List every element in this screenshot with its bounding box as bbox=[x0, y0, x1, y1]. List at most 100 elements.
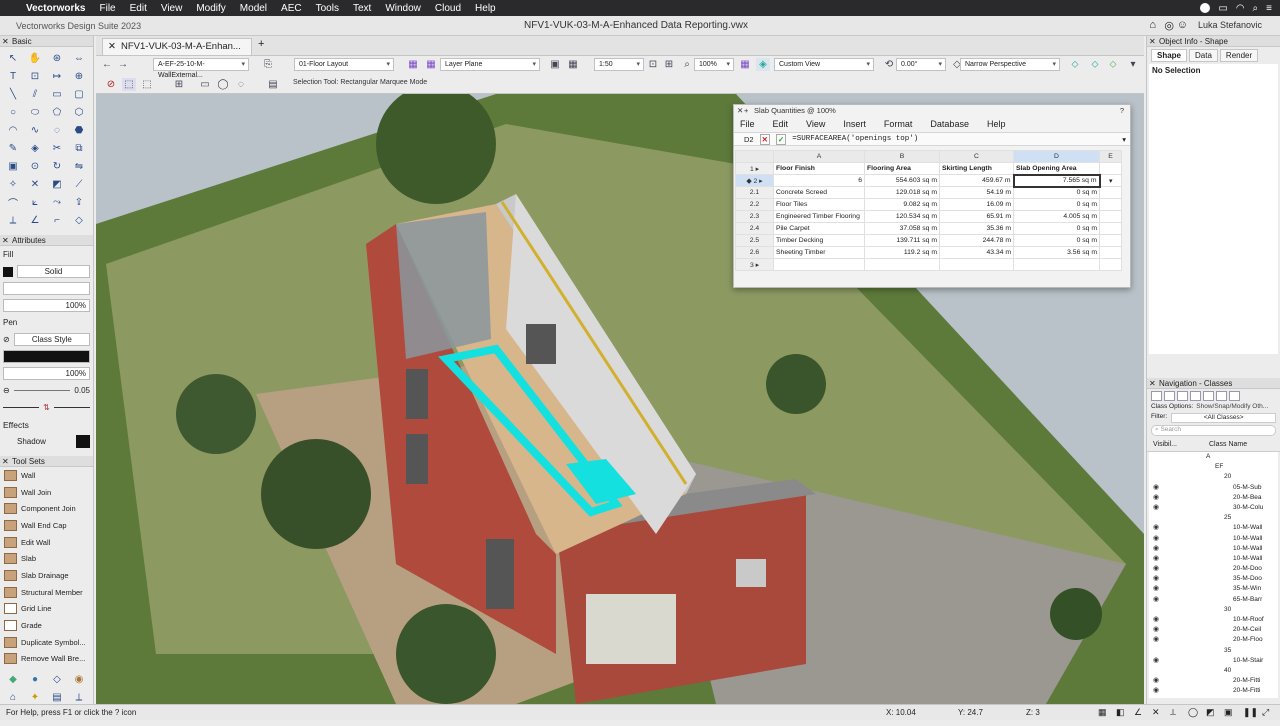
class-row[interactable]: ◉ 30-M-Colu bbox=[1149, 503, 1278, 513]
table-cell[interactable]: 554.603 sq m bbox=[864, 174, 940, 187]
layer-options-icon[interactable]: ▦ bbox=[406, 58, 420, 71]
row-header[interactable]: 2.2 bbox=[735, 198, 774, 211]
close-icon[interactable]: ✕ bbox=[2, 36, 9, 47]
poly-marquee-mode-icon[interactable]: ⬚ bbox=[140, 78, 154, 91]
visibility-eye-icon[interactable]: ◉ bbox=[1153, 584, 1159, 594]
callout-tool-icon[interactable]: ⊡ bbox=[26, 68, 44, 84]
class-row[interactable]: ◉ 05-M-Sub bbox=[1149, 483, 1278, 493]
marker-swap-icon[interactable]: ⇅ bbox=[43, 403, 50, 412]
current-view-icon[interactable]: ◈ bbox=[756, 58, 770, 71]
class-row[interactable]: ◉ 20-M-Fitti bbox=[1149, 676, 1278, 686]
help-icon[interactable]: ? bbox=[1120, 105, 1124, 116]
formula-expand-icon[interactable]: ▾ bbox=[1122, 135, 1126, 144]
row-header[interactable]: 1 ▸ bbox=[735, 162, 774, 175]
rect-marquee-mode-icon[interactable]: ⬚ bbox=[122, 78, 136, 91]
selected-cell[interactable]: 7.565 sq m bbox=[1012, 173, 1101, 188]
toolset-item[interactable]: Slab bbox=[0, 550, 93, 567]
pause-icon[interactable]: ❚❚ bbox=[1243, 707, 1258, 718]
pin-icon[interactable]: + bbox=[744, 105, 748, 116]
column-header[interactable]: E bbox=[1099, 150, 1122, 163]
menu-edit[interactable]: Edit bbox=[130, 3, 147, 14]
shape-tool-icon[interactable]: ⬣ bbox=[70, 122, 88, 138]
selection-tool-icon[interactable]: ↖ bbox=[4, 50, 22, 66]
globe-icon[interactable]: ◎ bbox=[1164, 19, 1174, 32]
offset-tool-icon[interactable]: ⧉ bbox=[70, 140, 88, 156]
flyover-tool-icon[interactable]: ⊛ bbox=[48, 50, 66, 66]
filter-dropdown[interactable]: <All Classes> bbox=[1171, 413, 1276, 423]
walkthrough-tool-icon[interactable]: ⇔ bbox=[70, 50, 88, 66]
zoom-icon[interactable]: ⌕ bbox=[680, 58, 694, 71]
menu-aec[interactable]: AEC bbox=[281, 3, 302, 14]
visibility-eye-icon[interactable]: ◉ bbox=[1153, 656, 1159, 666]
table-cell[interactable]: 35.36 m bbox=[939, 222, 1014, 235]
visibility-eye-icon[interactable]: ◉ bbox=[1153, 554, 1159, 564]
class-row[interactable]: ◉ 30-M-Furr bbox=[1149, 697, 1278, 699]
tab-data[interactable]: Data bbox=[1189, 49, 1218, 62]
visibility-eye-icon[interactable]: ◉ bbox=[1153, 697, 1159, 699]
table-cell[interactable]: 0 sq m bbox=[1013, 198, 1100, 211]
nav-symbols-icon[interactable] bbox=[1216, 391, 1227, 401]
connect-tool-icon[interactable]: ✕ bbox=[26, 176, 44, 192]
toolset-item[interactable]: Edit Wall bbox=[0, 534, 93, 551]
class-row[interactable]: ◉ 10-M-Wall bbox=[1149, 534, 1278, 544]
nav-classes-icon[interactable] bbox=[1151, 391, 1162, 401]
snap-grid-icon[interactable]: ▦ bbox=[1098, 707, 1107, 718]
lasso-poly-mode-icon[interactable]: ◌ bbox=[234, 78, 248, 91]
visibility-eye-icon[interactable]: ◉ bbox=[1153, 534, 1159, 544]
spiral-tool-icon[interactable]: ◌ bbox=[48, 122, 66, 138]
worksheet-menu-view[interactable]: View bbox=[806, 119, 825, 129]
drawing-area[interactable]: ✕ + Slab Quantities @ 100% ? File Edit V… bbox=[96, 94, 1144, 704]
home-icon[interactable]: ⌂ bbox=[1149, 19, 1156, 31]
table-cell[interactable]: Timber Decking bbox=[773, 234, 865, 247]
class-options-dropdown[interactable]: Show/Snap/Modify Oth... bbox=[1196, 403, 1268, 413]
snap-tangent-icon[interactable]: ◯ bbox=[1188, 707, 1198, 718]
table-cell[interactable]: 459.67 m bbox=[939, 174, 1014, 187]
worksheet-menu-insert[interactable]: Insert bbox=[843, 119, 866, 129]
table-cell[interactable]: Pile Carpet bbox=[773, 222, 865, 235]
snap-surface-icon[interactable]: ◩ bbox=[1206, 707, 1215, 718]
class-row[interactable]: ◉ 35-M-Doo bbox=[1149, 574, 1278, 584]
toolset-item[interactable]: Wall End Cap bbox=[0, 517, 93, 534]
render-mode-icon[interactable]: ▣ bbox=[548, 58, 562, 71]
nav-layers-icon[interactable] bbox=[1164, 391, 1175, 401]
column-header[interactable]: C bbox=[939, 150, 1014, 163]
formula-input[interactable]: =SURFACEAREA('openings top') bbox=[792, 135, 1116, 143]
snap-distance-icon[interactable]: ⟂ bbox=[1170, 707, 1176, 718]
col-class-name[interactable]: Class Name bbox=[1209, 441, 1247, 448]
nav-views-icon[interactable] bbox=[1190, 391, 1201, 401]
menu-tools[interactable]: Tools bbox=[316, 3, 339, 14]
start-marker[interactable] bbox=[3, 407, 40, 408]
worksheet-menu-help[interactable]: Help bbox=[987, 119, 1006, 129]
reshape-tool-icon[interactable]: ✧ bbox=[4, 176, 22, 192]
toolset-item[interactable]: Grid Line bbox=[0, 601, 93, 618]
class-row[interactable]: ◉ 35-M-Win bbox=[1149, 584, 1278, 594]
zoom-tool-icon[interactable]: ⊙ bbox=[26, 158, 44, 174]
render-options-icon[interactable]: ⬦ bbox=[1088, 58, 1102, 71]
menu-model[interactable]: Model bbox=[240, 3, 267, 14]
fill-opacity[interactable]: 100% bbox=[3, 299, 90, 312]
scale-field[interactable]: 1:50 bbox=[594, 58, 644, 71]
search-icon[interactable]: ⌕ bbox=[1253, 3, 1259, 14]
toolset-item[interactable]: Slab Drainage bbox=[0, 567, 93, 584]
back-icon[interactable]: ← bbox=[100, 58, 114, 71]
visibility-eye-icon[interactable]: ◉ bbox=[1153, 574, 1159, 584]
single-object-mode-icon[interactable]: ▭ bbox=[198, 78, 212, 91]
visibility-eye-icon[interactable]: ◉ bbox=[1153, 503, 1159, 513]
maximize-icon[interactable]: ⤢ bbox=[1262, 707, 1269, 718]
forward-icon[interactable]: → bbox=[116, 58, 130, 71]
detailing-icon[interactable]: ▤ bbox=[48, 689, 66, 705]
table-cell[interactable] bbox=[864, 258, 940, 271]
table-cell[interactable]: Slab Opening Area bbox=[1013, 162, 1100, 175]
preferences-icon[interactable]: ▤ bbox=[266, 78, 280, 91]
class-row[interactable]: ◉ 20-M-Ceil bbox=[1149, 625, 1278, 635]
row-header[interactable]: ◆ 2 ▸ bbox=[735, 174, 774, 187]
worksheet-menu-edit[interactable]: Edit bbox=[773, 119, 789, 129]
worksheet-menu-format[interactable]: Format bbox=[884, 119, 913, 129]
worksheet-menu-file[interactable]: File bbox=[740, 119, 755, 129]
class-row[interactable]: ◉ 20-M-Bea bbox=[1149, 493, 1278, 503]
double-line-tool-icon[interactable]: ⫽ bbox=[26, 86, 44, 102]
line-tool-icon[interactable]: ╲ bbox=[4, 86, 22, 102]
visibility-eye-icon[interactable]: ◉ bbox=[1153, 564, 1159, 574]
worksheet-menu-database[interactable]: Database bbox=[930, 119, 969, 129]
line-weight-value[interactable]: 0.05 bbox=[74, 386, 90, 395]
